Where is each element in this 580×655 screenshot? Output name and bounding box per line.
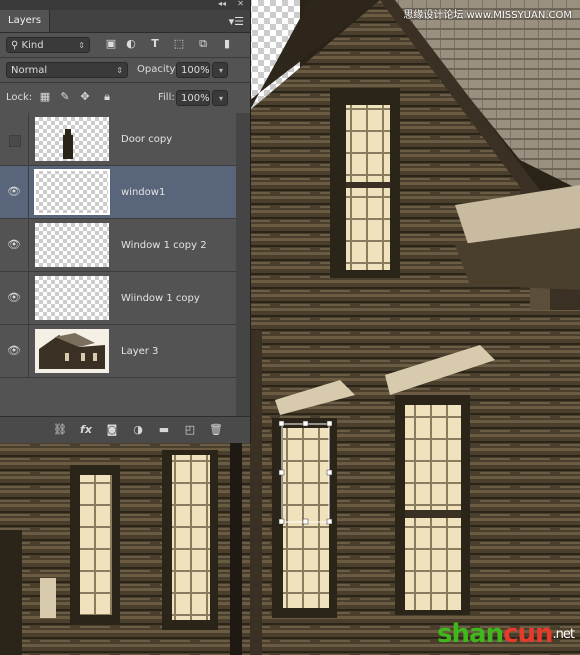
divider <box>28 272 29 325</box>
divider <box>28 113 29 166</box>
divider <box>28 219 29 272</box>
layer-name: Window 1 copy 2 <box>121 240 207 251</box>
fill-input[interactable]: 100% <box>176 90 210 106</box>
adjustment-filter-icon[interactable]: ◐ <box>124 37 138 51</box>
visibility-toggle-off[interactable] <box>9 135 21 147</box>
eye-icon[interactable]: 👁︎ <box>6 291 22 305</box>
layer-name: window1 <box>121 187 166 198</box>
new-group-icon[interactable]: ▬ <box>156 422 172 438</box>
layer-row-wiindow-1-copy[interactable]: 👁︎ Wiindow 1 copy <box>0 272 236 325</box>
layer-list-scrollbar[interactable] <box>236 113 250 416</box>
layer-thumbnail-window1 <box>34 169 110 215</box>
delete-layer-icon[interactable]: 🗑︎ <box>208 422 224 438</box>
layer-name: Wiindow 1 copy <box>121 293 200 304</box>
layer-thumbnail-house <box>35 329 109 373</box>
layer-name: Door copy <box>121 134 173 145</box>
select-arrow-icon: ⇕ <box>116 66 123 75</box>
add-mask-icon[interactable]: ◙ <box>104 422 120 438</box>
layers-bottom-bar: ⛓ fx ◙ ◑ ▬ ◰ 🗑︎ <box>0 416 250 443</box>
type-filter-icon[interactable]: T <box>148 37 162 51</box>
kind-filter-select[interactable]: ⚲ Kind ⇕ <box>6 37 90 53</box>
watermark-top: 思缘设计论坛 www.MISSYUAN.COM <box>403 10 572 21</box>
blend-mode-value: Normal <box>11 65 48 76</box>
watermark-part2: cun <box>503 619 553 649</box>
layer-thumbnail-window-copy-2 <box>35 223 109 267</box>
shape-filter-icon[interactable]: ⬚ <box>172 37 186 51</box>
select-arrow-icon: ⇕ <box>78 41 85 50</box>
layer-row-layer-3[interactable]: 👁︎ Layer 3 <box>0 325 236 378</box>
filter-toggle-icon[interactable]: ▮ <box>220 37 234 51</box>
lock-position-icon[interactable]: ✥ <box>78 90 92 104</box>
blend-mode-select[interactable]: Normal ⇕ <box>6 62 128 78</box>
layer-thumbnail-window-copy <box>35 276 109 320</box>
layer-row-door-copy[interactable]: Door copy <box>0 113 236 166</box>
opacity-input[interactable]: 100% <box>176 62 210 78</box>
fx-icon[interactable]: fx <box>78 422 94 438</box>
layer-thumbnail-door <box>35 117 109 161</box>
kind-label: Kind <box>21 40 44 51</box>
chevron-down-icon: ▾ <box>218 94 223 103</box>
smart-object-filter-icon[interactable]: ⧉ <box>196 37 210 51</box>
opacity-label: Opacity: <box>137 64 179 75</box>
watermark-part3: .net <box>552 627 575 642</box>
panel-title-bar: ◂◂ ✕ <box>0 0 250 10</box>
eye-icon[interactable]: 👁︎ <box>6 238 22 252</box>
layer-row-window1[interactable]: 👁︎ window1 <box>0 166 236 219</box>
lock-label: Lock: <box>6 92 33 103</box>
divider <box>28 325 29 378</box>
eye-icon[interactable]: 👁︎ <box>6 185 22 199</box>
fill-label: Fill: <box>158 92 175 103</box>
lock-transparent-icon[interactable]: ▦ <box>38 90 52 104</box>
eye-icon[interactable]: 👁︎ <box>6 344 22 358</box>
layer-name: Layer 3 <box>121 346 159 357</box>
layer-list: Door copy 👁︎ window1 👁︎ Window 1 copy 2 … <box>0 113 236 416</box>
layer-row-window-1-copy-2[interactable]: 👁︎ Window 1 copy 2 <box>0 219 236 272</box>
watermark-part1: shan <box>437 619 504 649</box>
door-thumbnail-image <box>63 129 73 159</box>
panel-tab-row: Layers ▾☰ <box>0 10 250 33</box>
close-icon[interactable]: ✕ <box>237 0 244 8</box>
lock-row: Lock: ▦ ✎ ✥ 🔒︎ Fill: 100% ▾ <box>0 86 250 110</box>
blend-row: Normal ⇕ Opacity: 100% ▾ <box>0 58 250 82</box>
image-filter-icon[interactable]: ▣ <box>104 37 118 51</box>
fill-value: 100% <box>181 93 210 104</box>
chevron-down-icon: ▾ <box>218 66 223 75</box>
filter-row: ⚲ Kind ⇕ ▣ ◐ T ⬚ ⧉ ▮ <box>0 33 250 57</box>
fill-dropdown[interactable]: ▾ <box>212 90 228 106</box>
lock-brush-icon[interactable]: ✎ <box>58 90 72 104</box>
divider <box>28 166 29 219</box>
panel-menu-icon[interactable]: ▾☰ <box>229 15 244 28</box>
opacity-value: 100% <box>181 65 210 76</box>
opacity-dropdown[interactable]: ▾ <box>212 62 228 78</box>
tab-layers[interactable]: Layers <box>0 10 51 32</box>
divider <box>0 82 250 83</box>
layers-panel: ◂◂ ✕ Layers ▾☰ ⚲ Kind ⇕ ▣ ◐ T ⬚ ⧉ ▮ Norm… <box>0 0 251 443</box>
link-layers-icon[interactable]: ⛓ <box>52 422 68 438</box>
new-layer-icon[interactable]: ◰ <box>182 422 198 438</box>
lock-all-icon[interactable]: 🔒︎ <box>100 90 114 104</box>
watermark-logo: shancun.net <box>437 619 575 649</box>
search-icon: ⚲ <box>11 40 22 51</box>
collapse-icon[interactable]: ◂◂ <box>218 0 226 8</box>
house-thumbnail-image <box>35 329 109 373</box>
adjustment-layer-icon[interactable]: ◑ <box>130 422 146 438</box>
